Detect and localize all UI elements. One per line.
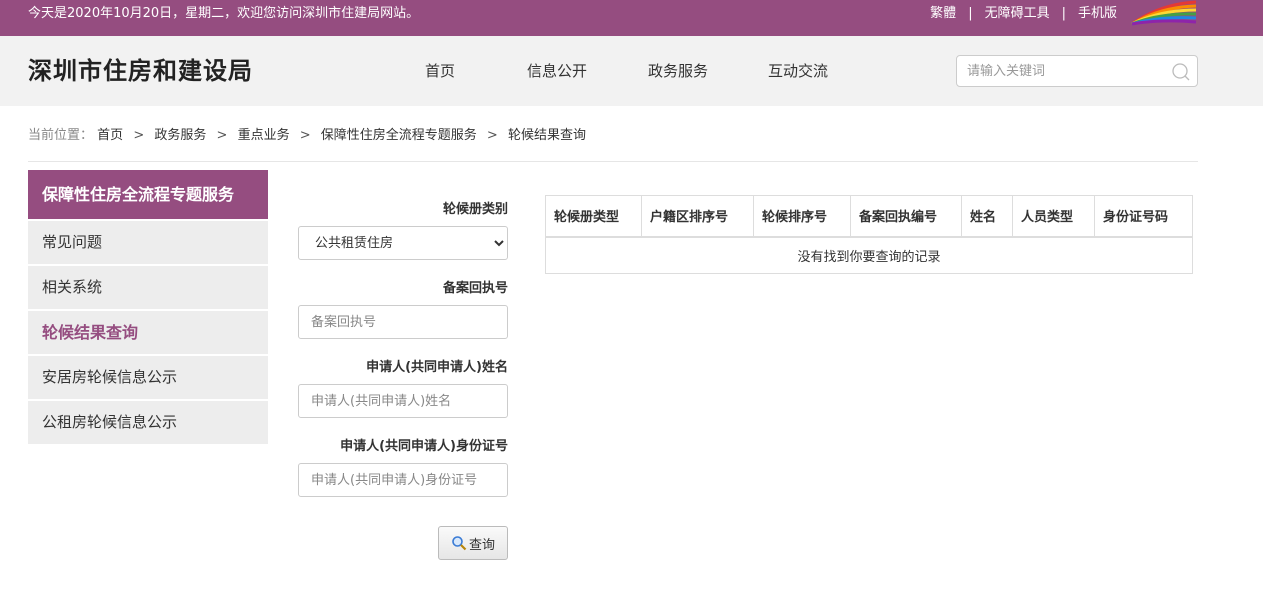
nav-item-info-disclosure[interactable]: 信息公开 <box>527 36 587 106</box>
sidebar-item-related-systems[interactable]: 相关系统 <box>28 266 268 309</box>
queue-type-label: 轮候册类别 <box>442 202 508 217</box>
sidebar-item-queue-result-query[interactable]: 轮候结果查询 <box>28 311 268 354</box>
nav-item-home[interactable]: 首页 <box>425 36 455 106</box>
top-bar: 今天是2020年10月20日，星期二，欢迎您访问深圳市住建局网站。 繁體 | 无… <box>0 0 1263 36</box>
breadcrumb-item-government-services[interactable]: 政务服务 <box>154 128 206 143</box>
breadcrumb-separator: > <box>486 128 498 143</box>
site-header: 深圳市住房和建设局 首页 信息公开 政务服务 互动交流 <box>0 36 1263 106</box>
nav-item-interaction[interactable]: 互动交流 <box>768 36 828 106</box>
sidebar-item-public-rental-queue-notice[interactable]: 公租房轮候信息公示 <box>28 401 268 444</box>
queue-type-select[interactable]: 公共租赁住房 <box>298 226 508 260</box>
breadcrumb-divider <box>28 161 1198 162</box>
breadcrumb-item-current[interactable]: 轮候结果查询 <box>508 128 586 143</box>
traditional-chinese-link[interactable]: 繁體 <box>930 0 956 28</box>
search-box <box>956 55 1198 87</box>
column-header: 轮候排序号 <box>753 195 851 238</box>
results-table: 轮候册类型 户籍区排序号 轮候排序号 备案回执编号 姓名 人员类型 身份证号码 … <box>545 195 1193 274</box>
breadcrumb-separator: > <box>133 128 145 143</box>
column-header: 姓名 <box>961 195 1013 238</box>
sidebar: 保障性住房全流程专题服务 常见问题 相关系统 轮候结果查询 安居房轮候信息公示 … <box>28 170 268 444</box>
separator: | <box>1061 6 1066 21</box>
top-links: 繁體 | 无障碍工具 | 手机版 <box>930 0 1117 28</box>
sidebar-heading: 保障性住房全流程专题服务 <box>28 170 268 219</box>
breadcrumb-item-key-business[interactable]: 重点业务 <box>238 128 290 143</box>
separator: | <box>968 6 973 21</box>
table-row: 没有找到你要查询的记录 <box>546 237 1193 274</box>
applicant-id-label: 申请人(共同申请人)身份证号 <box>340 439 508 454</box>
accessibility-tools-link[interactable]: 无障碍工具 <box>985 0 1050 28</box>
breadcrumb-separator: > <box>299 128 311 143</box>
breadcrumb-prefix: 当前位置： <box>28 128 94 143</box>
query-button-label: 查询 <box>468 537 495 553</box>
column-header: 人员类型 <box>1012 195 1095 238</box>
column-header: 身份证号码 <box>1094 195 1193 238</box>
empty-results-message: 没有找到你要查询的记录 <box>797 249 941 265</box>
query-button[interactable]: 查询 <box>438 526 508 560</box>
column-header: 轮候册类型 <box>545 195 642 238</box>
mobile-version-link[interactable]: 手机版 <box>1078 0 1117 28</box>
applicant-id-input[interactable] <box>298 463 508 497</box>
welcome-text: 今天是2020年10月20日，星期二，欢迎您访问深圳市住建局网站。 <box>28 6 420 21</box>
receipt-number-input[interactable] <box>298 305 508 339</box>
query-form: 轮候册类别 公共租赁住房 备案回执号 申请人(共同申请人)姓名 申请人(共同申请… <box>298 200 508 516</box>
breadcrumb-item-home[interactable]: 首页 <box>97 128 123 143</box>
breadcrumb: 当前位置： 首页 > 政务服务 > 重点业务 > 保障性住房全流程专题服务 > … <box>28 124 586 143</box>
table-header-row: 轮候册类型 户籍区排序号 轮候排序号 备案回执编号 姓名 人员类型 身份证号码 <box>545 195 1193 238</box>
rainbow-logo-icon[interactable] <box>1130 0 1198 26</box>
applicant-name-input[interactable] <box>298 384 508 418</box>
applicant-name-label: 申请人(共同申请人)姓名 <box>366 360 508 375</box>
sidebar-item-anju-queue-notice[interactable]: 安居房轮候信息公示 <box>28 356 268 399</box>
site-title[interactable]: 深圳市住房和建设局 <box>28 36 253 106</box>
nav-item-government-services[interactable]: 政务服务 <box>648 36 708 106</box>
breadcrumb-item-housing-service[interactable]: 保障性住房全流程专题服务 <box>321 128 477 143</box>
search-icon[interactable] <box>1171 62 1191 82</box>
breadcrumb-separator: > <box>216 128 228 143</box>
receipt-number-label: 备案回执号 <box>442 281 508 296</box>
column-header: 户籍区排序号 <box>641 195 754 238</box>
magnifier-icon <box>452 536 467 551</box>
search-input[interactable] <box>957 56 1157 86</box>
column-header: 备案回执编号 <box>850 195 962 238</box>
sidebar-item-faq[interactable]: 常见问题 <box>28 221 268 264</box>
